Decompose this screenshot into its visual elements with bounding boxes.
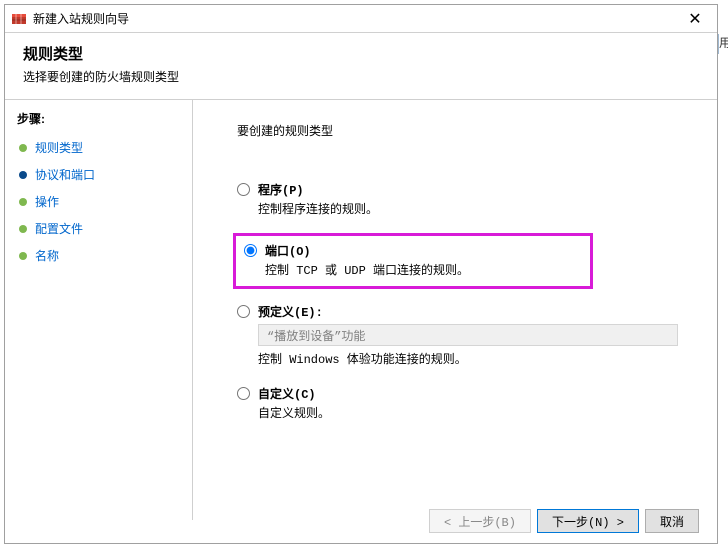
radio-option-program[interactable]: 程序(P) 控制程序连接的规则。: [233, 179, 691, 219]
next-button[interactable]: 下一步(N) >: [537, 509, 639, 533]
radio-label-custom: 自定义(C): [258, 385, 316, 402]
radio-desc-predefined: 控制 Windows 体验功能连接的规则。: [258, 350, 687, 367]
steps-heading: 步骤:: [17, 110, 180, 127]
step-label: 配置文件: [35, 220, 83, 237]
step-label: 名称: [35, 247, 59, 264]
step-label: 操作: [35, 193, 59, 210]
main-panel: 要创建的规则类型 程序(P) 控制程序连接的规则。 端口(O): [193, 100, 717, 520]
radio-label-program: 程序(P): [258, 181, 304, 198]
radio-option-predefined[interactable]: 预定义(E): “播放到设备”功能 控制 Windows 体验功能连接的规则。: [233, 301, 691, 369]
sidebar: 步骤: 规则类型 协议和端口 操作 配置文件 名称: [5, 100, 193, 520]
predefined-dropdown: “播放到设备”功能: [258, 324, 678, 346]
radio-desc-custom: 自定义规则。: [258, 404, 687, 421]
step-label: 规则类型: [35, 139, 83, 156]
radio-predefined[interactable]: [237, 305, 250, 318]
close-button[interactable]: ✕: [673, 5, 717, 33]
window-title: 新建入站规则向导: [33, 10, 129, 27]
titlebar: 新建入站规则向导 ✕: [5, 5, 717, 33]
step-action[interactable]: 操作: [17, 193, 180, 210]
page-title: 规则类型: [23, 43, 699, 64]
step-label: 协议和端口: [35, 166, 95, 183]
radio-program[interactable]: [237, 183, 250, 196]
radio-port[interactable]: [244, 244, 257, 257]
bullet-icon: [19, 144, 27, 152]
bullet-icon: [19, 252, 27, 260]
step-protocol-port[interactable]: 协议和端口: [17, 166, 180, 183]
radio-option-custom[interactable]: 自定义(C) 自定义规则。: [233, 383, 691, 423]
radio-desc-program: 控制程序连接的规则。: [258, 200, 687, 217]
step-name[interactable]: 名称: [17, 247, 180, 264]
back-button: < 上一步(B): [429, 509, 531, 533]
step-rule-type[interactable]: 规则类型: [17, 139, 180, 156]
rule-type-radio-group: 程序(P) 控制程序连接的规则。 端口(O) 控制 TCP 或 UDP 端口连接…: [233, 179, 691, 423]
firewall-icon: [11, 11, 27, 27]
dropdown-text: “播放到设备”功能: [267, 327, 365, 344]
radio-label-port: 端口(O): [265, 242, 311, 259]
radio-desc-port: 控制 TCP 或 UDP 端口连接的规则。: [265, 261, 578, 278]
bullet-icon: [19, 225, 27, 233]
prompt-text: 要创建的规则类型: [237, 122, 691, 139]
highlight-box: 端口(O) 控制 TCP 或 UDP 端口连接的规则。: [233, 233, 593, 289]
button-bar: < 上一步(B) 下一步(N) > 取消: [429, 509, 699, 533]
bullet-icon: [19, 198, 27, 206]
step-profile[interactable]: 配置文件: [17, 220, 180, 237]
cancel-button[interactable]: 取消: [645, 509, 699, 533]
bullet-icon: [19, 171, 27, 179]
radio-label-predefined: 预定义(E):: [258, 303, 323, 320]
header-section: 规则类型 选择要创建的防火墙规则类型: [5, 33, 717, 100]
page-subtitle: 选择要创建的防火墙规则类型: [23, 68, 699, 85]
radio-custom[interactable]: [237, 387, 250, 400]
wizard-window: 新建入站规则向导 ✕ 规则类型 选择要创建的防火墙规则类型 步骤: 规则类型 协…: [4, 4, 718, 544]
close-icon: ✕: [688, 9, 701, 29]
radio-option-port[interactable]: 端口(O) 控制 TCP 或 UDP 端口连接的规则。: [240, 240, 582, 280]
side-stub: 用: [718, 34, 728, 54]
content-area: 步骤: 规则类型 协议和端口 操作 配置文件 名称 要: [5, 100, 717, 520]
